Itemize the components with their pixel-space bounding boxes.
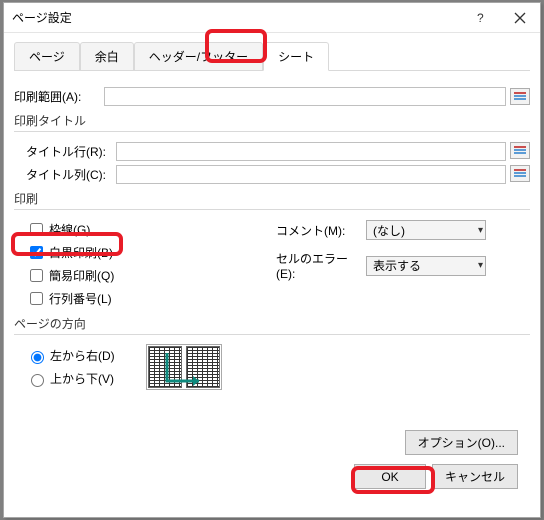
chevron-down-icon: ▾ <box>478 260 483 271</box>
print-area-range-button[interactable] <box>510 88 530 105</box>
rowcol-label: 行列番号(L) <box>49 290 112 307</box>
tab-headerfooter[interactable]: ヘッダー/フッター <box>134 42 263 70</box>
help-button[interactable]: ? <box>460 3 500 33</box>
direction-preview <box>146 344 222 390</box>
ltr-radio[interactable] <box>31 351 44 364</box>
print-section-group: 枠線(G) 白黒印刷(B) 簡易印刷(Q) 行列番号(L) コメント(M): (… <box>14 209 530 309</box>
title-rows-input[interactable] <box>116 142 506 161</box>
cellerr-value: 表示する <box>373 257 421 274</box>
title-cols-label: タイトル列(C): <box>26 166 116 183</box>
print-area-input[interactable] <box>104 87 506 106</box>
comments-label: コメント(M): <box>276 222 366 239</box>
cellerr-combo[interactable]: 表示する ▾ <box>366 256 486 276</box>
comments-value: (なし) <box>373 222 405 239</box>
tab-strip: ページ 余白 ヘッダー/フッター シート <box>14 43 530 71</box>
title-cols-range-button[interactable] <box>510 165 530 182</box>
rowcol-checkbox[interactable] <box>30 292 43 305</box>
options-button[interactable]: オプション(O)... <box>405 430 518 455</box>
dialog-title: ページ設定 <box>12 9 460 26</box>
title-cols-input[interactable] <box>116 165 506 184</box>
cellerr-label: セルのエラー(E): <box>276 250 366 281</box>
chevron-down-icon: ▾ <box>478 225 483 236</box>
print-titles-group: タイトル行(R): タイトル列(C): <box>14 131 530 184</box>
direction-arrow-icon <box>163 349 205 387</box>
ltr-label: 左から右(D) <box>50 347 115 364</box>
title-rows-range-button[interactable] <box>510 142 530 159</box>
range-icon <box>514 169 526 179</box>
draft-checkbox[interactable] <box>30 269 43 282</box>
sheet-panel: 印刷範囲(A): 印刷タイトル タイトル行(R): タイトル列(C): <box>14 71 530 501</box>
tab-page[interactable]: ページ <box>14 42 80 70</box>
ttb-label: 上から下(V) <box>50 370 114 387</box>
range-icon <box>514 146 526 156</box>
page-order-label: ページの方向 <box>14 315 530 332</box>
bw-label: 白黒印刷(B) <box>49 244 113 261</box>
print-section-label: 印刷 <box>14 190 530 207</box>
draft-label: 簡易印刷(Q) <box>49 267 114 284</box>
titlebar: ページ設定 ? <box>4 3 540 33</box>
close-button[interactable] <box>500 3 540 33</box>
page-setup-dialog: ページ設定 ? ページ 余白 ヘッダー/フッター シート 印刷範囲(A): <box>3 2 541 518</box>
cancel-button[interactable]: キャンセル <box>432 464 518 489</box>
dialog-content: ページ 余白 ヘッダー/フッター シート 印刷範囲(A): 印刷タイトル タイト… <box>4 33 540 517</box>
print-titles-label: 印刷タイトル <box>14 112 530 129</box>
close-icon <box>514 12 526 24</box>
title-rows-label: タイトル行(R): <box>26 143 116 160</box>
ttb-radio[interactable] <box>31 374 44 387</box>
comments-combo[interactable]: (なし) ▾ <box>366 220 486 240</box>
gridlines-label: 枠線(G) <box>49 221 90 238</box>
range-icon <box>514 92 526 102</box>
print-area-label: 印刷範囲(A): <box>14 88 104 105</box>
ok-button[interactable]: OK <box>354 464 426 489</box>
tab-sheet[interactable]: シート <box>263 42 329 71</box>
svg-text:?: ? <box>477 11 484 25</box>
page-order-group: 左から右(D) 上から下(V) <box>14 334 530 404</box>
help-icon: ? <box>473 11 487 25</box>
tab-margins[interactable]: 余白 <box>80 42 134 70</box>
gridlines-checkbox[interactable] <box>30 223 43 236</box>
bw-checkbox[interactable] <box>30 246 43 259</box>
